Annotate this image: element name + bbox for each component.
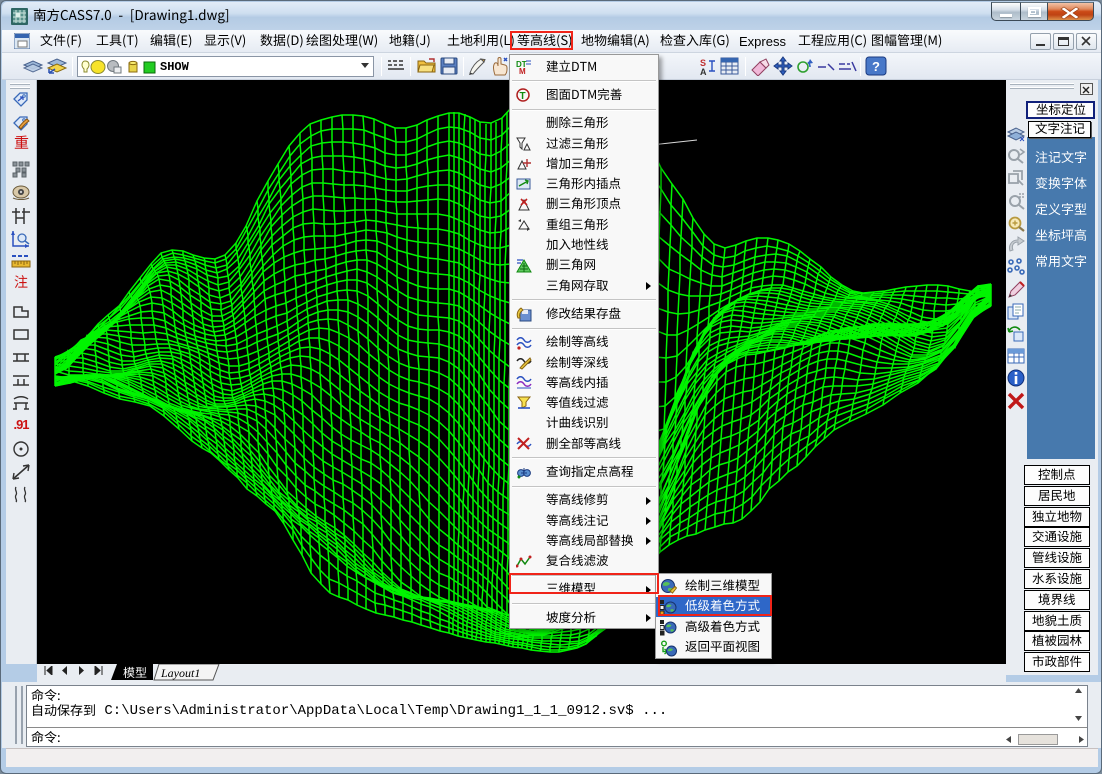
svg-text:A: A — [700, 67, 707, 76]
svg-text:M: M — [519, 67, 526, 75]
svg-text:?: ? — [872, 59, 880, 74]
svg-text:T: T — [520, 91, 526, 102]
